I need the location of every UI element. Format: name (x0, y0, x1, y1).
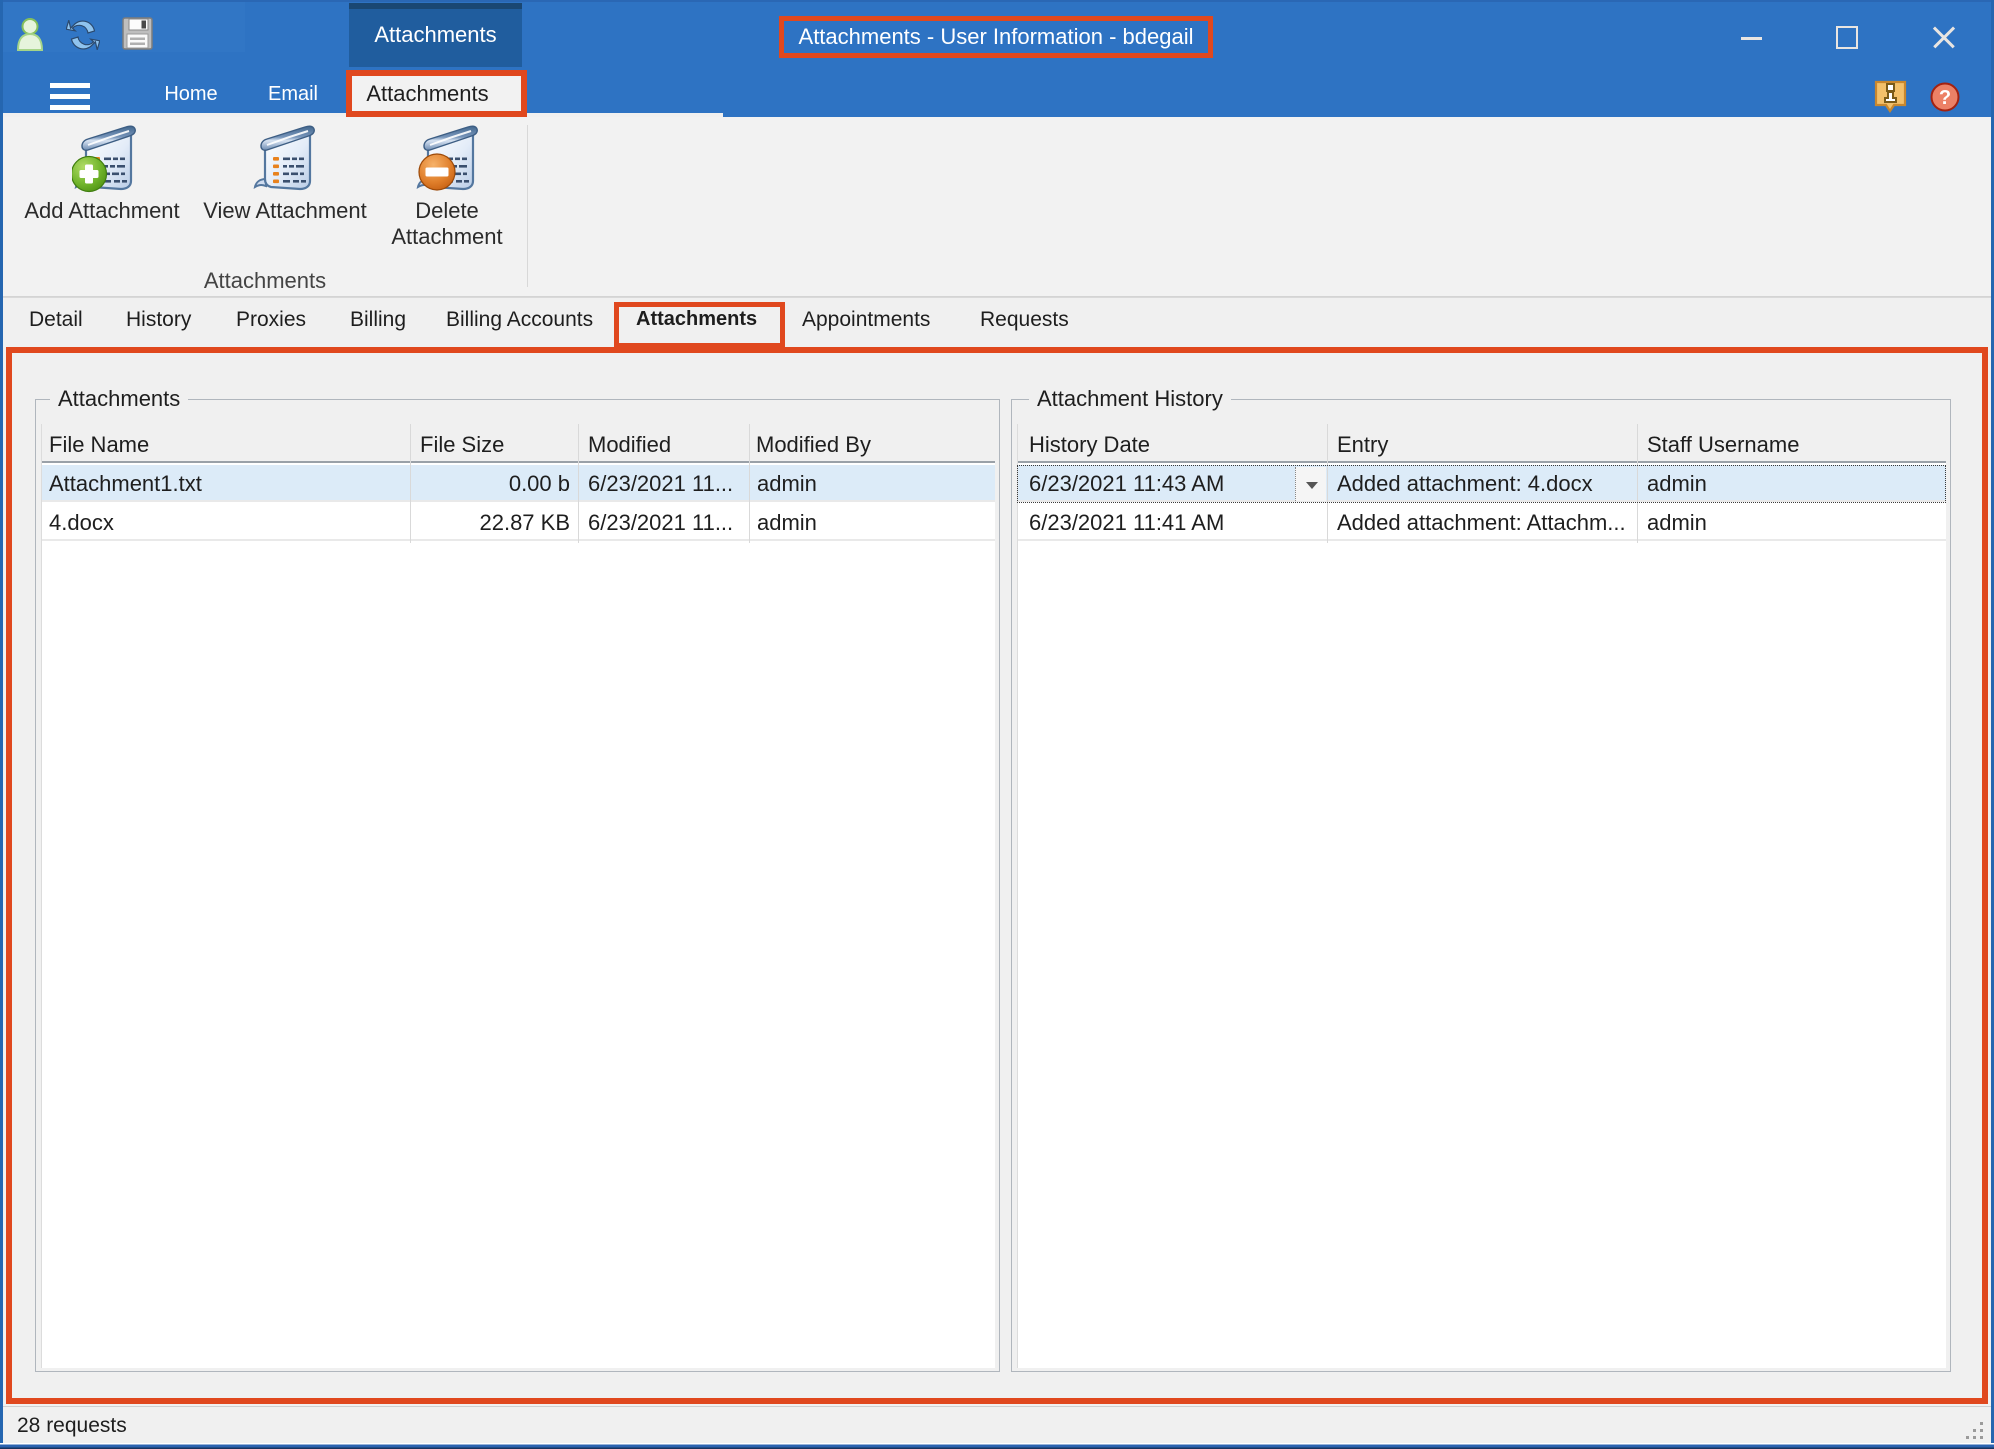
svg-text:?: ? (1939, 87, 1951, 109)
